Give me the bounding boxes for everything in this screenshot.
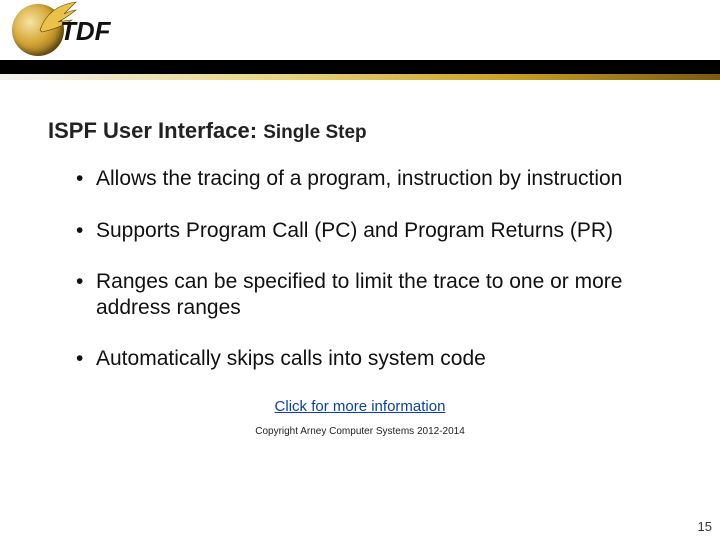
- copyright-text: Copyright Arney Computer Systems 2012-20…: [48, 426, 672, 437]
- slide-header: TDF: [0, 0, 720, 80]
- more-info-link[interactable]: Click for more information: [275, 398, 446, 415]
- more-info-link-row: Click for more information: [48, 398, 672, 416]
- bullet-list: Allows the tracing of a program, instruc…: [48, 166, 672, 372]
- title-sub: Single Step: [263, 122, 366, 143]
- list-item: Allows the tracing of a program, instruc…: [76, 166, 672, 192]
- slide-title: ISPF User Interface: Single Step: [48, 118, 672, 144]
- title-main: ISPF User Interface:: [48, 118, 263, 143]
- logo-text: TDF: [60, 16, 111, 47]
- list-item: Supports Program Call (PC) and Program R…: [76, 218, 672, 244]
- tdf-logo: TDF: [12, 2, 122, 58]
- list-item: Ranges can be specified to limit the tra…: [76, 269, 672, 320]
- list-item: Automatically skips calls into system co…: [76, 346, 672, 372]
- header-divider: [0, 60, 720, 80]
- slide-content: ISPF User Interface: Single Step Allows …: [0, 80, 720, 437]
- page-number: 15: [698, 519, 712, 534]
